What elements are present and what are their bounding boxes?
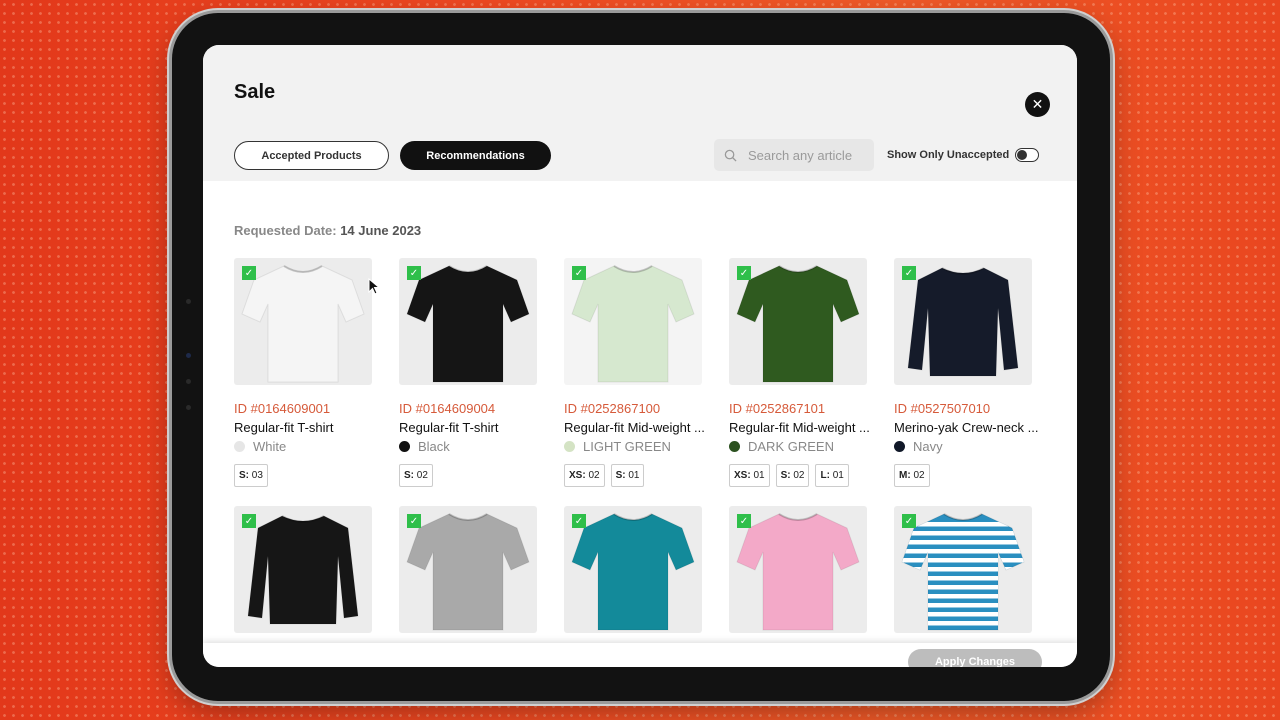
checkbox-checked-icon[interactable]: ✓ bbox=[902, 266, 916, 280]
checkbox-checked-icon[interactable]: ✓ bbox=[242, 514, 256, 528]
product-image[interactable]: ✓ bbox=[729, 258, 867, 385]
checkbox-checked-icon[interactable]: ✓ bbox=[242, 266, 256, 280]
product-image[interactable]: ✓ bbox=[729, 506, 867, 633]
product-image[interactable]: ✓ bbox=[234, 506, 372, 633]
sale-modal: Sale ✕ Accepted Products Recommendations… bbox=[203, 45, 1077, 667]
product-card[interactable]: ✓ bbox=[729, 506, 869, 633]
color-swatch-icon bbox=[564, 441, 575, 452]
product-name: Regular-fit Mid-weight ... bbox=[729, 420, 870, 435]
checkbox-checked-icon[interactable]: ✓ bbox=[407, 514, 421, 528]
product-card[interactable]: ✓ bbox=[399, 506, 539, 633]
close-icon: ✕ bbox=[1031, 96, 1044, 112]
tab-recommendations[interactable]: Recommendations bbox=[400, 141, 551, 170]
modal-title: Sale bbox=[234, 81, 276, 103]
side-sensor-icon bbox=[186, 405, 191, 410]
product-id: ID #0252867101 bbox=[729, 401, 826, 416]
color-name: White bbox=[253, 439, 287, 454]
product-color: LIGHT GREEN bbox=[564, 439, 704, 454]
product-image[interactable]: ✓ bbox=[399, 506, 537, 633]
size-chip: S: 02 bbox=[399, 464, 433, 487]
product-card[interactable]: ✓ bbox=[894, 506, 1034, 633]
tab-accepted-products[interactable]: Accepted Products bbox=[234, 141, 389, 170]
product-color: White bbox=[234, 439, 374, 454]
size-chip: L: 01 bbox=[815, 464, 849, 487]
color-name: Black bbox=[418, 439, 450, 454]
checkbox-checked-icon[interactable]: ✓ bbox=[407, 266, 421, 280]
color-swatch-icon bbox=[729, 441, 740, 452]
search-input[interactable]: Search any article bbox=[714, 139, 874, 171]
product-image[interactable]: ✓ bbox=[894, 258, 1032, 385]
checkbox-checked-icon[interactable]: ✓ bbox=[572, 266, 586, 280]
product-name: Merino-yak Crew-neck ... bbox=[894, 420, 1039, 435]
product-id: ID #0527507010 bbox=[894, 401, 991, 416]
color-swatch-icon bbox=[399, 441, 410, 452]
product-card[interactable]: ✓ bbox=[564, 506, 704, 633]
checkbox-checked-icon[interactable]: ✓ bbox=[902, 514, 916, 528]
product-id: ID #0164609004 bbox=[399, 401, 496, 416]
product-id: ID #0164609001 bbox=[234, 401, 331, 416]
product-name: Regular-fit T-shirt bbox=[399, 420, 499, 435]
size-list: M: 02 bbox=[894, 464, 1034, 487]
close-button[interactable]: ✕ bbox=[1025, 92, 1050, 117]
size-chip: M: 02 bbox=[894, 464, 930, 487]
size-list: XS: 02 S: 01 bbox=[564, 464, 704, 487]
apply-changes-button[interactable]: Apply Changes bbox=[908, 649, 1042, 667]
size-chip: S: 03 bbox=[234, 464, 268, 487]
size-chip: S: 01 bbox=[610, 464, 645, 487]
product-card[interactable]: ✓ ID #0252867100 Regular-fit Mid-weight ..… bbox=[564, 258, 705, 487]
product-id: ID #0252867100 bbox=[564, 401, 661, 416]
product-card[interactable]: ✓ ID #0527507010 Merino-yak Crew-neck ... N… bbox=[894, 258, 1038, 487]
color-name: Navy bbox=[913, 439, 943, 454]
product-color: Navy bbox=[894, 439, 1034, 454]
side-sensor-icon bbox=[186, 299, 191, 304]
product-color: DARK GREEN bbox=[729, 439, 869, 454]
size-chip: XS: 01 bbox=[729, 464, 770, 487]
product-image[interactable]: ✓ bbox=[894, 506, 1032, 633]
size-chip: S: 02 bbox=[775, 464, 810, 487]
size-list: S: 02 bbox=[399, 464, 539, 487]
show-unaccepted-label: Show Only Unaccepted bbox=[887, 149, 1010, 161]
product-card[interactable]: ✓ ID #0164609004 Regular-fit T-shirt Black S… bbox=[399, 258, 539, 487]
camera-icon bbox=[186, 353, 191, 358]
color-swatch-icon bbox=[234, 441, 245, 452]
side-sensor-icon bbox=[186, 379, 191, 384]
product-card[interactable]: ✓ ID #0252867101 Regular-fit Mid-weight ..… bbox=[729, 258, 870, 487]
color-name: DARK GREEN bbox=[748, 439, 834, 454]
size-list: S: 03 bbox=[234, 464, 374, 487]
checkbox-checked-icon[interactable]: ✓ bbox=[572, 514, 586, 528]
product-name: Regular-fit T-shirt bbox=[234, 420, 334, 435]
color-swatch-icon bbox=[894, 441, 905, 452]
product-color: Black bbox=[399, 439, 539, 454]
search-icon bbox=[724, 149, 737, 162]
modal-header: Sale ✕ Accepted Products Recommendations… bbox=[203, 45, 1077, 181]
product-card[interactable]: ✓ ID #0164609001 Regular-fit T-shirt White S… bbox=[234, 258, 374, 487]
mouse-cursor-icon bbox=[368, 278, 381, 295]
color-name: LIGHT GREEN bbox=[583, 439, 671, 454]
checkbox-checked-icon[interactable]: ✓ bbox=[737, 266, 751, 280]
size-list: XS: 01 S: 02 L: 01 bbox=[729, 464, 869, 487]
product-image[interactable]: ✓ bbox=[564, 506, 702, 633]
size-chip: XS: 02 bbox=[564, 464, 605, 487]
product-image[interactable]: ✓ bbox=[564, 258, 702, 385]
modal-footer: Apply Changes bbox=[203, 643, 1077, 667]
product-image[interactable]: ✓ bbox=[234, 258, 372, 385]
requested-date: Requested Date: 14 June 2023 bbox=[234, 223, 422, 238]
tablet-frame: Sale ✕ Accepted Products Recommendations… bbox=[172, 13, 1110, 701]
product-image[interactable]: ✓ bbox=[399, 258, 537, 385]
product-name: Regular-fit Mid-weight ... bbox=[564, 420, 705, 435]
search-placeholder: Search any article bbox=[748, 147, 853, 163]
checkbox-checked-icon[interactable]: ✓ bbox=[737, 514, 751, 528]
product-card[interactable]: ✓ bbox=[234, 506, 374, 633]
show-unaccepted-toggle[interactable] bbox=[1015, 148, 1039, 162]
